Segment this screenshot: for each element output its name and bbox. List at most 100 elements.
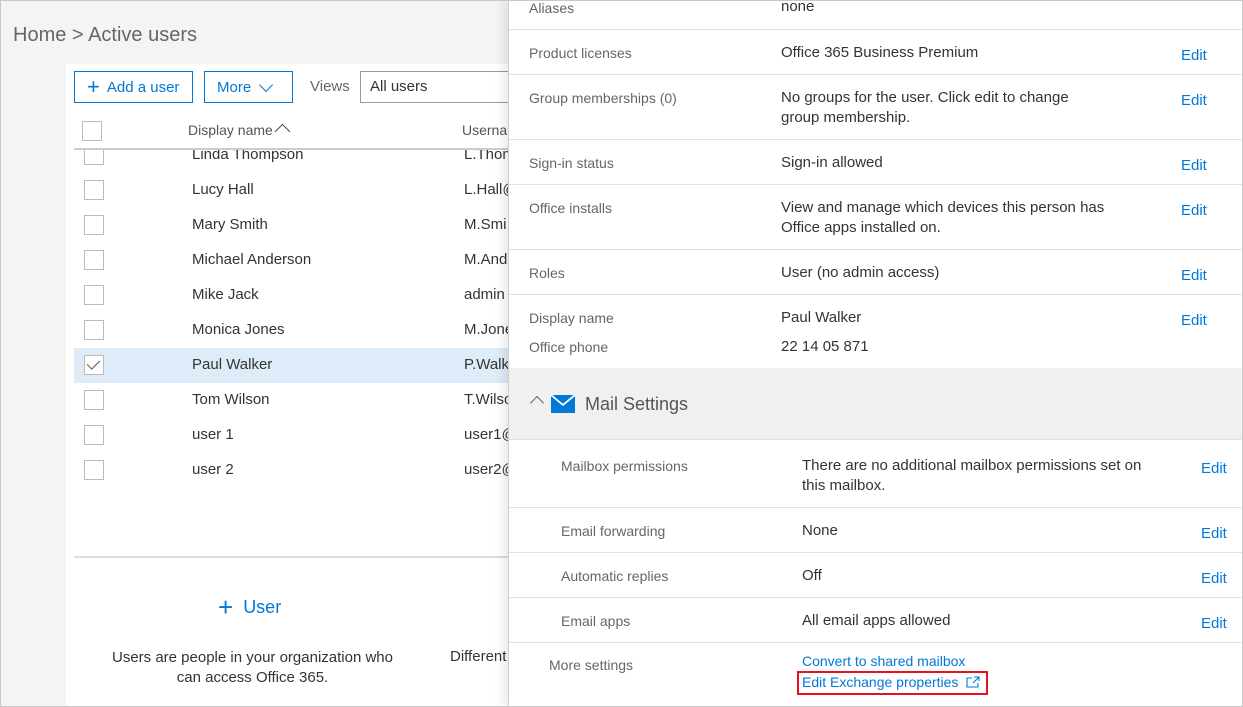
table-row[interactable]: Mike Jack admin	[74, 278, 514, 313]
secondary-description: Different	[450, 648, 507, 665]
row-display-name[interactable]: Lucy Hall	[192, 181, 254, 198]
breadcrumb-separator: >	[71, 24, 84, 46]
row-display-name[interactable]: user 1	[192, 426, 234, 443]
plus-icon: +	[87, 74, 100, 99]
chevron-up-icon	[529, 395, 545, 411]
table-row[interactable]: Monica Jones M.Jone	[74, 313, 514, 348]
views-dropdown[interactable]: All users	[360, 71, 520, 103]
row-checkbox[interactable]	[84, 425, 104, 445]
detail-label: Product licenses	[529, 45, 632, 61]
mail-label: Email forwarding	[561, 523, 666, 539]
mail-label: Automatic replies	[561, 568, 669, 584]
table-row[interactable]: Linda Thompson L.Thom	[74, 150, 514, 173]
detail-label: Group memberships (0)	[529, 90, 677, 106]
plus-icon: +	[218, 592, 234, 622]
mail-row-email-apps: Email apps All email apps allowed Edit	[509, 598, 1242, 643]
table-row[interactable]: Tom Wilson T.Wilso	[74, 383, 514, 418]
edit-email-apps-link[interactable]: Edit	[1201, 615, 1227, 632]
row-display-name[interactable]: Paul Walker	[192, 356, 272, 373]
detail-row-roles: Roles User (no admin access) Edit	[509, 250, 1242, 295]
users-description: Users are people in your organization wh…	[112, 649, 393, 686]
more-label: More	[217, 78, 252, 96]
row-username: user2@	[464, 461, 514, 478]
breadcrumb-current: Active users	[88, 24, 197, 46]
row-username: M.Jone	[464, 321, 514, 338]
row-checkbox[interactable]	[84, 180, 104, 200]
mail-value: None	[802, 522, 838, 539]
edit-exchange-properties-label: Edit Exchange properties	[802, 674, 959, 690]
row-checkbox-checked[interactable]	[84, 355, 104, 375]
mail-settings-section-header[interactable]: Mail Settings	[509, 368, 1242, 440]
edit-groups-link[interactable]: Edit	[1181, 92, 1207, 109]
column-header-username[interactable]: Userna	[462, 122, 507, 138]
more-settings-label: More settings	[549, 657, 634, 673]
row-username: T.Wilso	[464, 391, 513, 408]
detail-value: Sign-in allowed	[781, 154, 883, 171]
row-username: admin	[464, 286, 505, 303]
add-user-label: Add a user	[106, 78, 180, 96]
add-user-link[interactable]: + User	[218, 594, 281, 620]
table-row[interactable]: user 2 user2@	[74, 453, 514, 488]
edit-contact-link[interactable]: Edit	[1181, 312, 1207, 329]
mail-value: There are no additional mailbox permissi…	[802, 457, 1142, 494]
row-checkbox[interactable]	[84, 250, 104, 270]
office-phone-value: 22 14 05 871	[781, 338, 869, 355]
breadcrumb: Home > Active users	[13, 24, 197, 47]
edit-office-installs-link[interactable]: Edit	[1181, 202, 1207, 219]
row-checkbox[interactable]	[84, 460, 104, 480]
row-display-name[interactable]: Monica Jones	[192, 321, 285, 338]
select-all-checkbox[interactable]	[82, 121, 102, 141]
mail-settings-title: Mail Settings	[585, 394, 689, 414]
row-display-name[interactable]: Michael Anderson	[192, 251, 311, 268]
edit-mailbox-permissions-link[interactable]: Edit	[1201, 460, 1227, 477]
add-user-button[interactable]: + Add a user	[74, 71, 193, 103]
edit-automatic-replies-link[interactable]: Edit	[1201, 570, 1227, 587]
edit-exchange-properties-link[interactable]: Edit Exchange properties	[802, 674, 980, 690]
table-row[interactable]: Michael Anderson M.And	[74, 243, 514, 278]
row-display-name[interactable]: Tom Wilson	[192, 391, 270, 408]
table-row[interactable]: Mary Smith M.Smi	[74, 208, 514, 243]
row-display-name[interactable]: Mary Smith	[192, 216, 268, 233]
row-display-name[interactable]: Linda Thompson	[192, 150, 303, 163]
detail-row-groups: Group memberships (0) No groups for the …	[509, 75, 1242, 140]
row-username: M.Smi	[464, 216, 507, 233]
row-display-name[interactable]: Mike Jack	[192, 286, 259, 303]
edit-roles-link[interactable]: Edit	[1181, 267, 1207, 284]
row-checkbox[interactable]	[84, 320, 104, 340]
table-row-selected[interactable]: Paul Walker P.Walk	[74, 348, 514, 383]
row-username: M.And	[464, 251, 508, 268]
row-checkbox[interactable]	[84, 390, 104, 410]
row-checkbox[interactable]	[84, 215, 104, 235]
row-username: L.Thom	[464, 150, 514, 163]
mail-row-permissions: Mailbox permissions There are no additio…	[509, 440, 1242, 508]
mail-label: Email apps	[561, 613, 631, 629]
mail-value: All email apps allowed	[802, 612, 951, 629]
detail-value: Office 365 Business Premium	[781, 44, 979, 61]
views-label: Views	[310, 78, 350, 95]
edit-email-forwarding-link[interactable]: Edit	[1201, 525, 1227, 542]
mail-row-auto-replies: Automatic replies Off Edit	[509, 553, 1242, 598]
users-grid-header: Display name Userna	[74, 114, 514, 150]
breadcrumb-home[interactable]: Home	[13, 24, 66, 46]
row-display-name[interactable]: user 2	[192, 461, 234, 478]
edit-signin-link[interactable]: Edit	[1181, 157, 1207, 174]
mail-label: Mailbox permissions	[561, 458, 688, 474]
detail-row-signin: Sign-in status Sign-in allowed Edit	[509, 140, 1242, 185]
chevron-down-icon	[259, 77, 274, 93]
detail-label: Roles	[529, 265, 565, 281]
detail-value: User (no admin access)	[781, 264, 940, 281]
detail-value: No groups for the user. Click edit to ch…	[781, 89, 1069, 126]
more-button[interactable]: More	[204, 71, 293, 103]
row-checkbox[interactable]	[84, 285, 104, 305]
convert-to-shared-mailbox-link[interactable]: Convert to shared mailbox	[802, 653, 965, 669]
edit-licenses-link[interactable]: Edit	[1181, 47, 1207, 64]
row-checkbox[interactable]	[84, 150, 104, 165]
row-divider	[509, 642, 1242, 643]
add-user-link-label: User	[243, 596, 282, 617]
display-name-value: Paul Walker	[781, 309, 862, 326]
mail-value: Off	[802, 567, 822, 584]
table-row[interactable]: user 1 user1@	[74, 418, 514, 453]
detail-label: Sign-in status	[529, 155, 614, 171]
column-header-display-name[interactable]: Display name	[188, 122, 291, 140]
table-row[interactable]: Lucy Hall L.Hall@	[74, 173, 514, 208]
